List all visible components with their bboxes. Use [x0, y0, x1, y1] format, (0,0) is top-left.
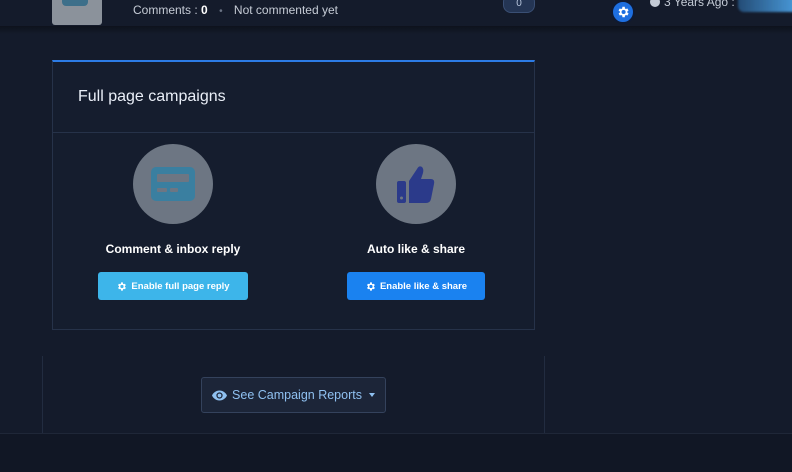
post-thumbnail[interactable] [52, 0, 102, 25]
card-title: Full page campaigns [78, 88, 226, 105]
action-chip[interactable] [738, 0, 792, 12]
card-header: Full page campaigns [53, 62, 534, 133]
comment-bubble-icon [62, 0, 88, 6]
comment-inbox-column: Comment & inbox reply Enable full page r… [53, 144, 293, 300]
eye-icon [212, 390, 228, 400]
see-campaign-reports-button[interactable]: See Campaign Reports [201, 377, 386, 413]
like-share-label: Auto like & share [366, 242, 466, 256]
time-ago-text: 3 Years Ago : [664, 0, 735, 9]
card-icon-circle [133, 144, 213, 224]
enable-full-page-reply-button[interactable]: Enable full page reply [98, 272, 248, 300]
post-strip: Comments : 0 • Not commented yet 0 3 Yea… [0, 0, 792, 28]
gear-icon [366, 281, 375, 291]
enable-like-share-label: Enable like & share [379, 280, 468, 292]
card-icon [151, 167, 195, 201]
clock-icon [650, 0, 660, 7]
enable-full-page-reply-label: Enable full page reply [131, 280, 230, 292]
time-ago: 3 Years Ago : [650, 0, 735, 9]
comment-inbox-label: Comment & inbox reply [105, 242, 241, 256]
like-share-column: Auto like & share Enable like & share [296, 144, 536, 300]
full-page-campaigns-card: Full page campaigns Comment & inbox repl… [52, 60, 535, 330]
enable-like-share-button[interactable]: Enable like & share [347, 272, 485, 300]
bottom-band [0, 433, 792, 472]
comments-info: Comments : 0 • Not commented yet [133, 3, 338, 17]
gear-icon [118, 281, 127, 291]
see-campaign-reports-label: See Campaign Reports [232, 388, 362, 402]
gear-icon [618, 6, 629, 18]
settings-button[interactable] [611, 0, 635, 24]
thumbs-up-circle [376, 144, 456, 224]
count-badge: 0 [503, 0, 535, 13]
comments-count: 0 [201, 3, 208, 17]
separator-dot: • [219, 6, 223, 17]
caret-down-icon [368, 393, 375, 397]
thumbs-up-icon [397, 166, 435, 203]
divider-shadow [0, 26, 792, 34]
comment-status: Not commented yet [233, 3, 338, 17]
comments-label: Comments : [133, 3, 198, 17]
